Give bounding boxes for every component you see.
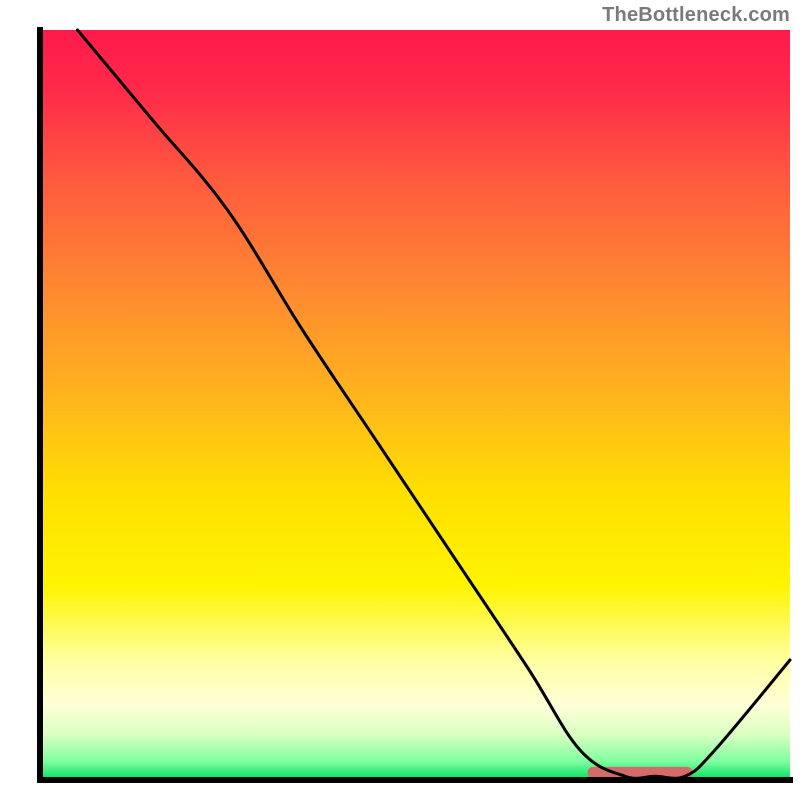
chart-stage: TheBottleneck.com	[0, 0, 800, 800]
watermark-text: TheBottleneck.com	[602, 4, 790, 27]
chart-svg	[0, 0, 800, 800]
plot-background	[40, 30, 790, 780]
